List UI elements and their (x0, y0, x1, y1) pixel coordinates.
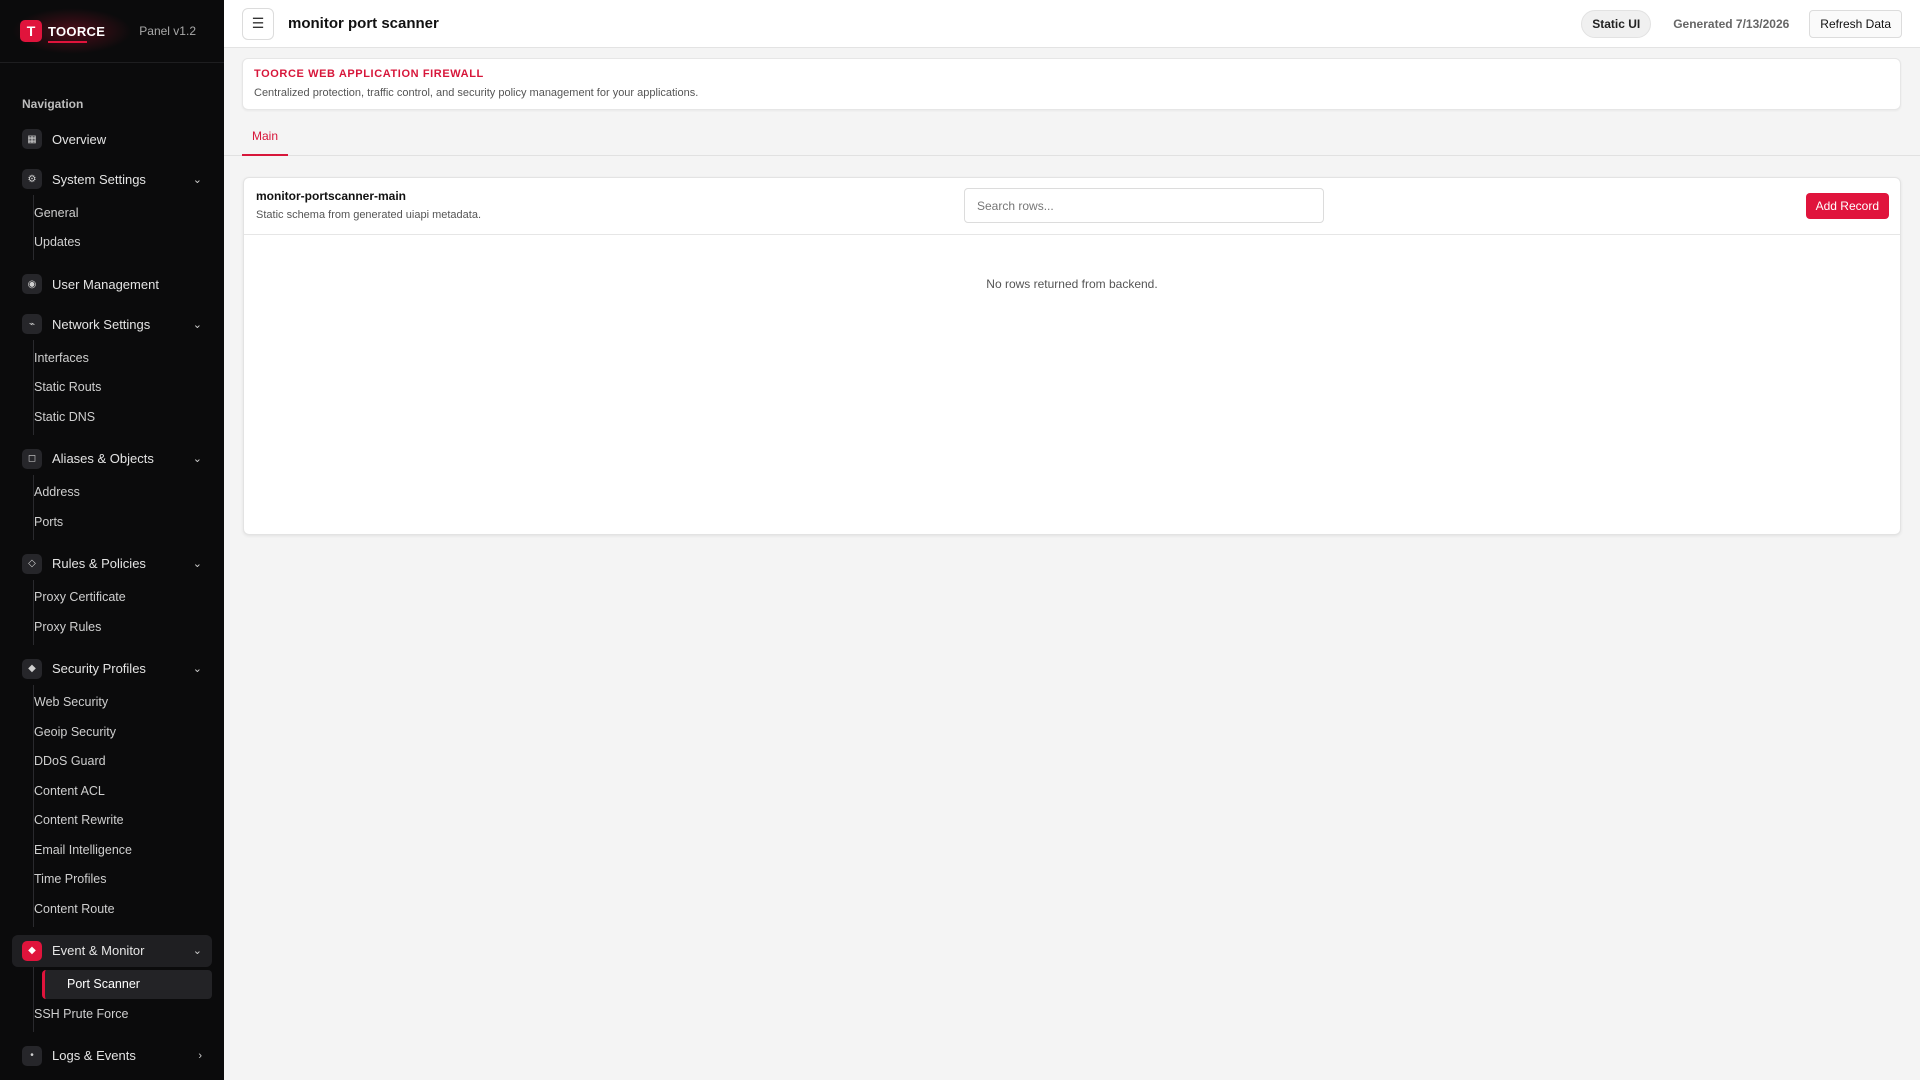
box-icon: ◻ (22, 448, 42, 469)
tab-main[interactable]: Main (242, 124, 289, 156)
brand-logo-icon: T (20, 20, 42, 42)
sidebar-subitem-proxy-rules[interactable]: Proxy Rules (1, 612, 224, 642)
diamond-outline-icon: ◇ (22, 553, 42, 574)
chevron-down-icon: ⌄ (192, 453, 202, 465)
sidebar-item-label: Event & Monitor (52, 943, 145, 958)
sidebar-subitem-updates[interactable]: Updates (1, 228, 224, 258)
diamond-icon: ◆ (22, 658, 42, 679)
tab-bar: Main (224, 124, 1920, 156)
sidebar-subitem-geoip-security[interactable]: Geoip Security (1, 717, 224, 747)
subnav-security-profiles: Web Security Geoip Security DDoS Guard C… (33, 684, 224, 927)
menu-toggle-button[interactable]: ☰ (242, 7, 274, 40)
sidebar-subitem-ports[interactable]: Ports (1, 507, 224, 537)
empty-state-message: No rows returned from backend. (986, 277, 1158, 291)
table-subtitle: Static schema from generated uiapi metad… (256, 209, 482, 221)
chevron-down-icon: ⌄ (192, 318, 202, 331)
network-icon: ⌁ (22, 314, 42, 334)
chevron-right-icon: › (198, 1049, 202, 1062)
sidebar-item-label: User Management (52, 276, 159, 292)
search-input[interactable] (964, 188, 1324, 223)
sidebar-subitem-address[interactable]: Address (1, 478, 224, 508)
sidebar-item-label: Logs & Events (52, 1048, 136, 1063)
sidebar-subitem-content-route[interactable]: Content Route (1, 894, 224, 924)
sidebar-item-rules-policies[interactable]: ◇ Rules & Policies ⌄ (12, 548, 212, 580)
gear-icon: ⚙ (22, 169, 42, 189)
sidebar-item-user-management[interactable]: ◉ User Management (12, 268, 212, 300)
sidebar-item-event-monitor[interactable]: ◆ Event & Monitor ⌄ (12, 934, 212, 967)
sidebar-subitem-email-intelligence[interactable]: Email Intelligence (1, 835, 224, 865)
page-title: monitor port scanner (288, 15, 439, 32)
sidebar-item-label: Rules & Policies (52, 556, 146, 571)
chevron-down-icon: ⌄ (192, 663, 202, 675)
sidebar: T TOORCE Panel v1.2 Navigation ▦ Overvie… (0, 0, 224, 1080)
sidebar-subitem-static-routs[interactable]: Static Routs (1, 373, 224, 403)
subnav-network-settings: Interfaces Static Routs Static DNS (33, 340, 224, 435)
brand-bar: T TOORCE Panel v1.2 (0, 0, 224, 63)
subnav-rules-policies: Proxy Certificate Proxy Rules (33, 579, 224, 645)
panel-version: Panel v1.2 (139, 24, 196, 38)
chevron-down-icon: ⌄ (192, 558, 202, 570)
subnav-aliases-objects: Address Ports (33, 474, 224, 540)
refresh-data-button[interactable]: Refresh Data (1809, 9, 1902, 38)
brand-name: TOORCE (48, 23, 106, 43)
sidebar-subitem-ddos-guard[interactable]: DDoS Guard (1, 747, 224, 777)
sidebar-item-label: System Settings (52, 171, 146, 187)
table-card: monitor-portscanner-main Static schema f… (243, 177, 1901, 535)
sidebar-item-label: Overview (52, 131, 107, 147)
nav-heading: Navigation (22, 97, 84, 111)
brand-logo-group[interactable]: T TOORCE (20, 20, 106, 43)
sidebar-item-label: Network Settings (52, 316, 151, 332)
user-icon: ◉ (22, 274, 42, 294)
main-content: ☰ monitor port scanner Static UI Generat… (224, 0, 1920, 1080)
subnav-event-monitor: Port Scanner SSH Prute Force (33, 966, 224, 1032)
sidebar-item-label: Security Profiles (52, 661, 146, 676)
chevron-down-icon: ⌄ (192, 945, 202, 957)
sidebar-item-logs-events[interactable]: • Logs & Events › (12, 1040, 212, 1072)
sidebar-item-system-settings[interactable]: ⚙ System Settings ⌄ (12, 163, 212, 195)
banner-description: Centralized protection, traffic control,… (254, 87, 699, 99)
static-ui-badge: Static UI (1581, 9, 1652, 38)
subnav-system-settings: General Updates (33, 195, 224, 260)
sidebar-item-network-settings[interactable]: ⌁ Network Settings ⌄ (12, 308, 212, 340)
chevron-down-icon: ⌄ (192, 173, 202, 186)
product-banner: TOORCE WEB APPLICATION FIREWALL Centrali… (242, 58, 1901, 110)
sidebar-item-security-profiles[interactable]: ◆ Security Profiles ⌄ (12, 653, 212, 685)
generated-date: Generated 7/13/2026 (1673, 16, 1790, 31)
sidebar-subitem-time-profiles[interactable]: Time Profiles (1, 865, 224, 895)
sidebar-item-label: Aliases & Objects (52, 451, 154, 466)
menu-icon: ☰ (251, 15, 265, 31)
topbar: ☰ monitor port scanner Static UI Generat… (224, 0, 1920, 48)
sidebar-subitem-ssh-prute-force[interactable]: SSH Prute Force (1, 999, 224, 1029)
sidebar-subitem-general[interactable]: General (1, 198, 224, 228)
sidebar-subitem-static-dns[interactable]: Static DNS (1, 402, 224, 432)
sidebar-subitem-interfaces[interactable]: Interfaces (1, 343, 224, 373)
banner-title: TOORCE WEB APPLICATION FIREWALL (254, 68, 484, 80)
grid-icon: ▦ (22, 129, 42, 149)
sidebar-item-overview[interactable]: ▦ Overview (12, 123, 212, 155)
table-card-header: monitor-portscanner-main Static schema f… (244, 178, 1900, 235)
sidebar-item-aliases-objects[interactable]: ◻ Aliases & Objects ⌄ (12, 443, 212, 475)
sidebar-subitem-content-rewrite[interactable]: Content Rewrite (1, 806, 224, 836)
sidebar-subitem-proxy-certificate[interactable]: Proxy Certificate (1, 583, 224, 613)
diamond-icon: ◆ (22, 940, 42, 961)
sidebar-subitem-port-scanner[interactable]: Port Scanner (42, 969, 212, 999)
table-title: monitor-portscanner-main (256, 189, 407, 203)
add-record-button[interactable]: Add Record (1805, 193, 1889, 219)
sidebar-subitem-content-acl[interactable]: Content ACL (1, 776, 224, 806)
sidebar-subitem-web-security[interactable]: Web Security (1, 688, 224, 718)
dot-icon: • (22, 1045, 42, 1066)
